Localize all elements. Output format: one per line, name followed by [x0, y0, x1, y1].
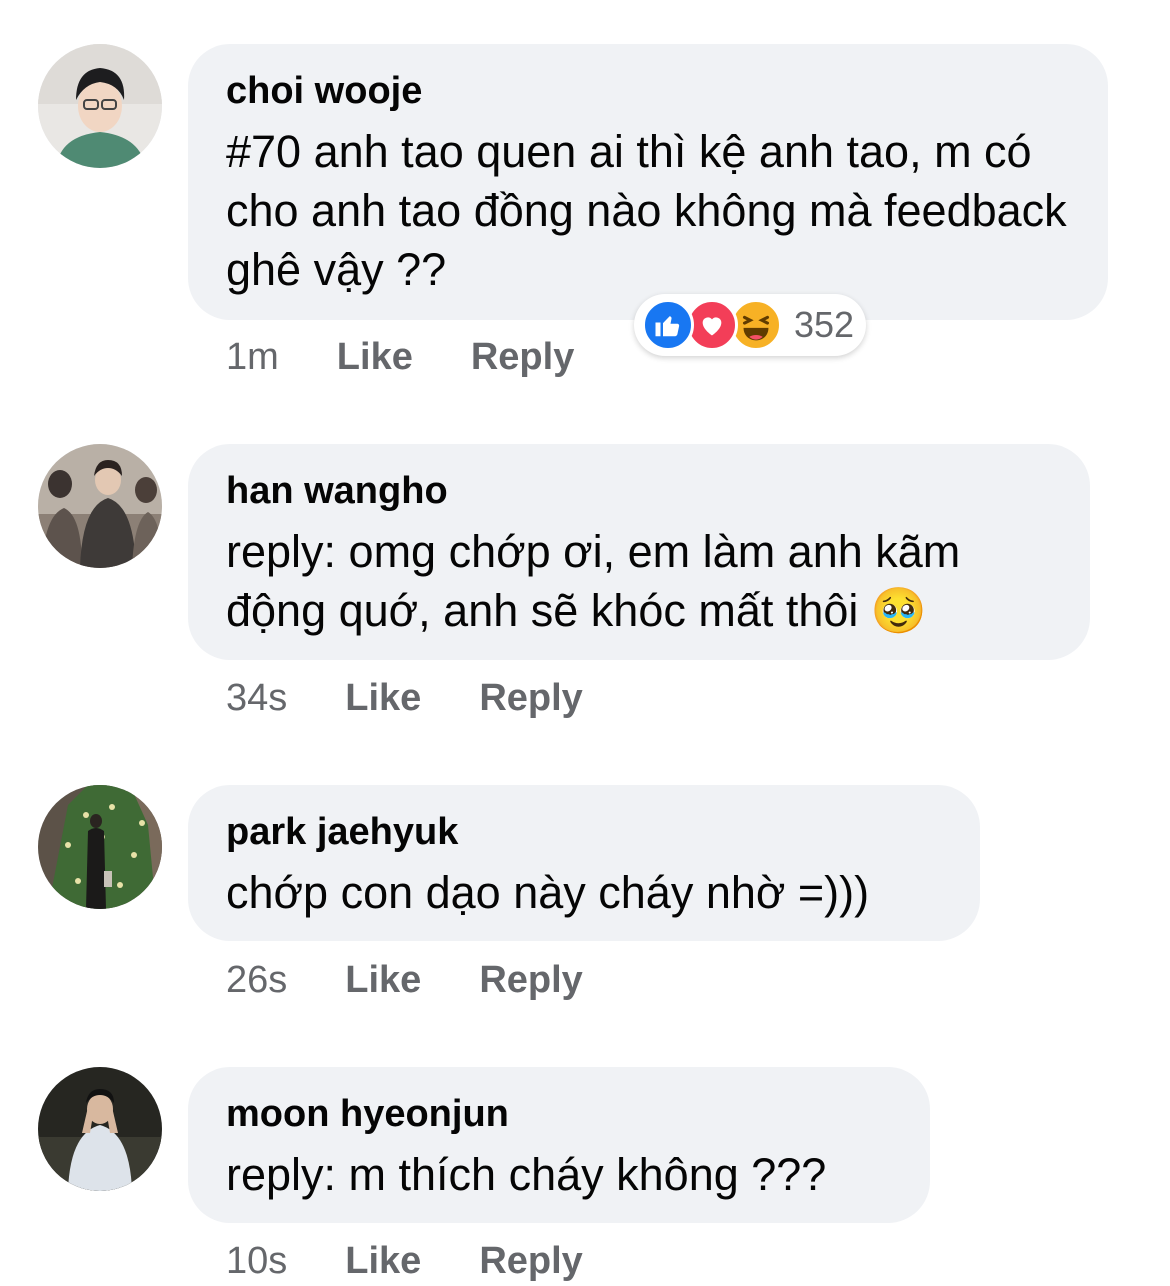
comment-author[interactable]: choi wooje — [226, 66, 1070, 116]
comment-time[interactable]: 10s — [226, 1240, 287, 1283]
avatar-photo — [38, 785, 162, 909]
like-button[interactable]: Like — [337, 336, 413, 379]
comment-time[interactable]: 26s — [226, 959, 287, 1002]
reply-button[interactable]: Reply — [479, 959, 582, 1002]
comment-author[interactable]: park jaehyuk — [226, 807, 942, 857]
avatar[interactable] — [38, 444, 162, 568]
comment-actions: 26s Like Reply — [226, 959, 583, 1002]
comment-actions: 1m Like Reply — [226, 336, 574, 379]
avatar-photo — [38, 1067, 162, 1191]
comment-actions: 10s Like Reply — [226, 1240, 583, 1283]
avatar[interactable] — [38, 1067, 162, 1191]
comment-text: #70 anh tao quen ai thì kệ anh tao, m có… — [226, 126, 1067, 295]
comment-author[interactable]: moon hyeonjun — [226, 1089, 892, 1139]
comment-bubble: han wangho reply: omg chớp ơi, em làm an… — [188, 444, 1090, 660]
avatar[interactable] — [38, 785, 162, 909]
comment-time[interactable]: 1m — [226, 336, 279, 379]
avatar-photo — [38, 44, 162, 168]
comment-bubble: choi wooje #70 anh tao quen ai thì kệ an… — [188, 44, 1108, 320]
comment-bubble: park jaehyuk chớp con dạo này cháy nhờ =… — [188, 785, 980, 941]
reply-button[interactable]: Reply — [471, 336, 574, 379]
comment-text: reply: omg chớp ơi, em làm anh kãm động … — [226, 526, 961, 636]
comment-actions: 34s Like Reply — [226, 677, 583, 720]
reactions-summary[interactable]: 352 — [634, 294, 867, 356]
like-icon — [642, 299, 694, 351]
reply-button[interactable]: Reply — [479, 1240, 582, 1283]
comment-author[interactable]: han wangho — [226, 466, 1052, 516]
comment-text: reply: m thích cháy không ??? — [226, 1149, 827, 1200]
reply-button[interactable]: Reply — [479, 677, 582, 720]
avatar[interactable] — [38, 44, 162, 168]
reaction-count: 352 — [794, 304, 855, 345]
comment-time[interactable]: 34s — [226, 677, 287, 720]
comment-text: chớp con dạo này cháy nhờ =))) — [226, 867, 870, 918]
comment-bubble: moon hyeonjun reply: m thích cháy không … — [188, 1067, 930, 1223]
like-button[interactable]: Like — [345, 959, 421, 1002]
avatar-photo — [38, 444, 162, 568]
like-button[interactable]: Like — [345, 677, 421, 720]
like-button[interactable]: Like — [345, 1240, 421, 1283]
